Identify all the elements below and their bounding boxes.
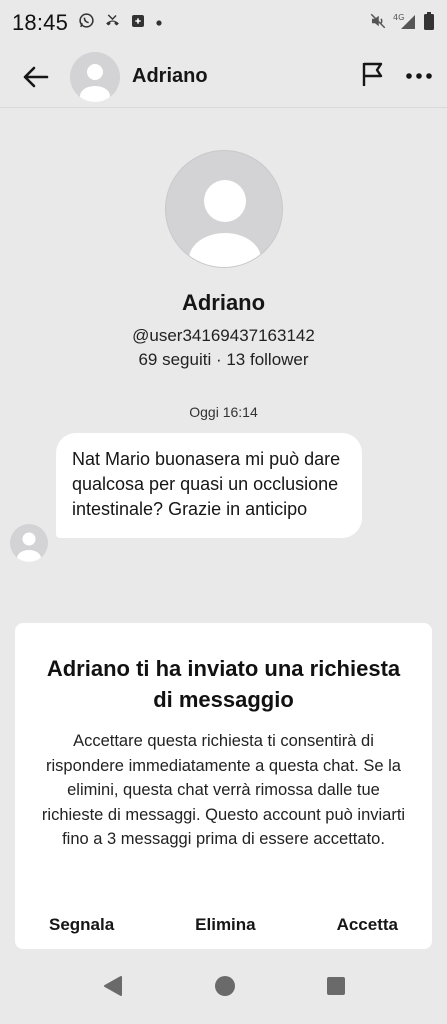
mute-icon xyxy=(369,12,387,35)
status-bar: 18:45 4G xyxy=(0,0,447,46)
whatsapp-icon xyxy=(78,12,95,34)
default-user-icon xyxy=(188,180,261,267)
sender-avatar[interactable] xyxy=(10,524,48,562)
battery-icon xyxy=(423,11,435,35)
back-arrow-icon xyxy=(23,66,49,87)
more-dots-icon xyxy=(406,72,432,79)
svg-text:4G: 4G xyxy=(393,13,404,22)
more-notifications-dot-icon xyxy=(155,14,163,32)
message-timestamp: Oggi 16:14 xyxy=(189,404,258,420)
profile-section: Adriano @user34169437163142 69 seguiti ·… xyxy=(0,150,447,370)
accept-button[interactable]: Accetta xyxy=(337,915,398,935)
status-time: 18:45 xyxy=(12,10,69,35)
report-flag-button[interactable] xyxy=(359,60,387,93)
request-title: Adriano ti ha inviato una richiesta di m… xyxy=(46,656,401,712)
default-user-icon xyxy=(80,63,110,102)
profile-handle: @user34169437163142 xyxy=(132,326,315,345)
profile-stats: 69 seguiti · 13 follower xyxy=(138,350,309,369)
message-bubble[interactable]: Nat Mario buonasera mi può dare qualcosa… xyxy=(56,433,362,538)
more-options-button[interactable] xyxy=(405,68,433,86)
square-recents-icon xyxy=(326,976,345,995)
header-avatar[interactable] xyxy=(70,51,120,102)
header-name[interactable]: Adriano xyxy=(132,65,208,88)
delete-button[interactable]: Elimina xyxy=(195,915,255,935)
nav-back-button[interactable] xyxy=(102,975,124,1002)
triangle-back-icon xyxy=(103,975,122,996)
flag-icon xyxy=(362,62,383,86)
system-nav-bar xyxy=(0,952,447,1024)
system-icons: 4G xyxy=(369,11,435,35)
nav-recents-button[interactable] xyxy=(326,976,346,1001)
header-actions xyxy=(359,60,433,93)
circle-home-icon xyxy=(214,975,235,996)
missed-call-icon xyxy=(104,12,121,34)
chat-header: Adriano xyxy=(0,46,447,108)
signal-4g-icon: 4G xyxy=(393,12,417,35)
report-button[interactable]: Segnala xyxy=(49,915,114,935)
app-notification-icon xyxy=(130,13,146,34)
message-request-card: Adriano ti ha inviato una richiesta di m… xyxy=(15,623,432,949)
nav-home-button[interactable] xyxy=(214,975,236,1002)
profile-avatar[interactable] xyxy=(164,150,283,268)
request-actions: Segnala Elimina Accetta xyxy=(15,915,432,935)
request-body: Accettare questa richiesta ti consentirà… xyxy=(41,732,406,848)
notification-icons xyxy=(78,12,163,34)
profile-name: Adriano xyxy=(181,290,266,315)
back-button[interactable] xyxy=(16,58,54,96)
default-user-icon xyxy=(17,532,41,562)
